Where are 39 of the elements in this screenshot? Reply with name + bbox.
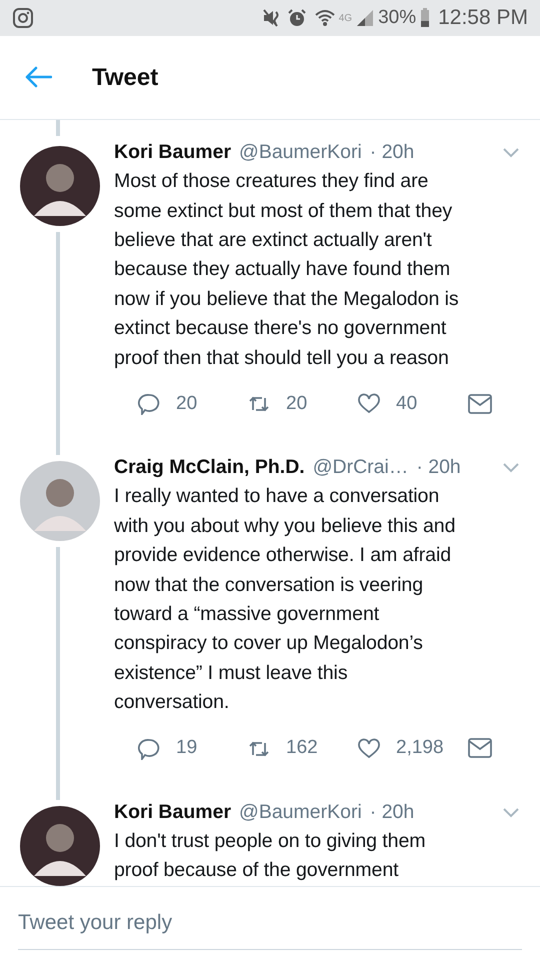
message-button[interactable]	[468, 392, 492, 416]
reply-button[interactable]: 19	[138, 734, 198, 763]
chevron-icon	[502, 146, 520, 158]
tweet-text: Most of those creatures they find are some extinct but most of them that they believe that are extinct actually aren't because they actually have found them now if you believe that the Megalodon is extinct because there's no government proof then that should tell you a reason	[114, 169, 460, 371]
tweet-time: · 20h	[370, 140, 414, 165]
retweet-button[interactable]: 20	[248, 390, 308, 418]
signal-icon	[356, 9, 374, 27]
heart-icon	[358, 738, 380, 760]
reply-icon	[138, 738, 160, 760]
mail-icon	[468, 738, 492, 758]
page-title: Tweet	[92, 62, 158, 92]
retweet-button[interactable]: 162	[248, 734, 318, 763]
tweet-text: I don't trust people on to giving them proof because of the government	[114, 828, 426, 884]
author-name: Craig McClain, Ph.D.	[114, 455, 305, 480]
author-handle: @BaumerKori	[239, 800, 362, 825]
heart-button[interactable]: 2,198	[358, 734, 444, 763]
wifi-icon	[314, 8, 335, 28]
author-name: Kori Baumer	[114, 140, 232, 165]
mail-icon	[468, 394, 492, 414]
battery-level: 30%	[378, 6, 416, 30]
tweet-time: · 20h	[370, 800, 414, 825]
heart-button[interactable]: 40	[358, 390, 418, 418]
back-button[interactable]	[24, 66, 52, 90]
reply-icon	[138, 393, 160, 416]
heart-icon	[358, 393, 380, 416]
clock: 12:58 PM	[438, 5, 528, 32]
alarm-icon	[286, 8, 307, 28]
tweet-time: · 20h	[416, 455, 461, 480]
message-button[interactable]	[468, 736, 492, 761]
chevron-icon	[502, 461, 520, 474]
camera-icon	[12, 7, 34, 29]
tweet-text: I really wanted to have a conversation with you about why you believe this and provide evidence otherwise. I am afraid now that the conversation is veering toward a “massive government conspiracy to cover up Megalodon’s existence” I must leave this conversation.	[114, 484, 456, 716]
reply-button[interactable]: 20	[138, 390, 198, 418]
author-name: Kori Baumer	[114, 800, 232, 825]
battery-icon	[420, 8, 430, 28]
author-handle: @DrCrai…	[312, 455, 408, 480]
chevron-icon	[502, 806, 520, 818]
author-handle: @BaumerKori	[239, 140, 362, 165]
network-label: 4G	[338, 12, 352, 26]
